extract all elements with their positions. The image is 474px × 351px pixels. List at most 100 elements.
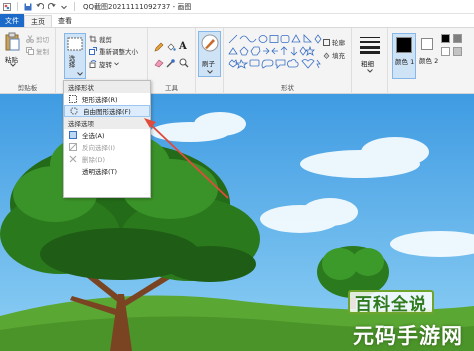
brushes-dropdown-icon — [207, 70, 213, 74]
clipboard-group-label: 剪贴板 — [17, 84, 38, 92]
brushes-label: 刷子 — [202, 60, 215, 68]
color-palette-swatch-lightgray[interactable] — [453, 47, 462, 56]
watermark-badge: 百科全说 — [348, 290, 434, 315]
clipboard-group: 粘贴 剪切 复制 剪贴板 — [0, 28, 56, 94]
save-icon[interactable] — [24, 3, 32, 11]
tab-home[interactable]: 主页 — [24, 15, 52, 27]
resize-icon — [89, 47, 97, 55]
select-all-label: 全选(A) — [82, 132, 105, 140]
fill-label: 填充 — [332, 52, 345, 60]
size-dropdown-icon — [367, 69, 373, 73]
rect-select-label: 矩形选择(R) — [82, 96, 118, 104]
transparent-select-icon — [69, 167, 77, 175]
tab-view[interactable]: 查看 — [52, 14, 78, 27]
colors-group: 颜色 1 颜色 2 — [388, 28, 474, 94]
cut-button[interactable]: 剪切 — [26, 34, 49, 44]
customize-toolbar-icon[interactable] — [60, 3, 68, 11]
invert-select-icon — [69, 143, 77, 151]
select-all-item[interactable]: 全选(A) — [64, 129, 150, 141]
outline-label: 轮廓 — [332, 39, 345, 47]
freeform-select-item[interactable]: 自由图形选择(F) — [64, 105, 150, 117]
magnifier-icon[interactable] — [179, 58, 189, 68]
color-picker-icon[interactable] — [166, 58, 176, 68]
outline-button[interactable]: 轮廓 — [323, 37, 345, 47]
brush-icon — [201, 34, 219, 52]
paste-dropdown-icon — [10, 63, 16, 67]
redo-icon[interactable] — [48, 2, 56, 11]
rotate-icon — [89, 60, 97, 68]
quick-access-toolbar — [0, 2, 77, 11]
invert-select-label: 反向选择(I) — [82, 144, 115, 152]
tab-file[interactable]: 文件 — [0, 14, 24, 27]
rect-select-item[interactable]: 矩形选择(R) — [64, 93, 150, 105]
paste-button[interactable]: 粘贴 — [4, 31, 22, 67]
resize-button[interactable]: 重新调整大小 — [89, 46, 138, 56]
color1-label: 颜色 1 — [395, 58, 415, 66]
fill-bucket-icon[interactable] — [166, 42, 176, 52]
color-palette-swatch-white[interactable] — [441, 47, 450, 56]
selection-shapes-header: 选择形状 — [64, 81, 150, 93]
rect-select-icon — [69, 95, 77, 103]
color2-label: 颜色 2 — [419, 57, 439, 65]
size-button[interactable]: 粗细 — [358, 34, 382, 78]
resize-label: 重新调整大小 — [99, 48, 138, 56]
select-dropdown-icon — [77, 72, 83, 76]
quick-access-separator — [74, 2, 75, 11]
crop-label: 裁剪 — [99, 36, 112, 44]
copy-icon — [26, 47, 34, 55]
scissors-icon — [26, 35, 34, 43]
outline-icon — [323, 38, 330, 46]
color-palette-swatch-black[interactable] — [441, 34, 450, 43]
copy-button[interactable]: 复制 — [26, 46, 49, 56]
freeform-select-icon — [70, 107, 78, 115]
select-button[interactable]: 选择 — [64, 33, 86, 79]
rotate-label: 旋转 — [99, 61, 112, 69]
copy-label: 复制 — [36, 48, 49, 56]
crop-icon — [89, 35, 97, 43]
transparent-select-item[interactable]: 透明选择(T) — [64, 165, 150, 177]
rotate-button[interactable]: 旋转 — [89, 59, 119, 69]
color1-swatch — [396, 37, 412, 53]
delete-icon — [69, 155, 77, 163]
rotate-dropdown-icon — [114, 62, 119, 66]
color2-button[interactable]: 颜色 2 — [418, 33, 438, 79]
line-width-icon — [360, 37, 380, 54]
freeform-select-label: 自由图形选择(F) — [83, 108, 131, 116]
quick-access-separator — [17, 2, 18, 11]
delete-item[interactable]: 删除(D) — [64, 153, 150, 165]
clipboard-icon — [5, 32, 20, 51]
undo-icon[interactable] — [36, 2, 44, 11]
selection-dropdown-menu: 选择形状 矩形选择(R) 自由图形选择(F) 选择选项 全选(A) 反向选择(I… — [63, 80, 151, 198]
pencil-icon[interactable] — [154, 42, 164, 52]
selection-rect-icon — [67, 37, 83, 51]
fill-button[interactable]: 填充 — [323, 50, 345, 60]
fill-icon — [323, 52, 330, 59]
size-label: 粗细 — [361, 60, 374, 68]
shapes-group-label: 形状 — [281, 84, 294, 92]
select-all-icon — [69, 131, 77, 139]
brushes-group: 刷子 — [196, 28, 224, 94]
select-label: 选择 — [67, 55, 75, 68]
watermark-text: 元码手游网 — [353, 323, 463, 348]
paint-app-icon — [3, 2, 11, 11]
shapes-group: 轮廓 填充 形状 — [224, 28, 352, 94]
color1-button[interactable]: 颜色 1 — [392, 33, 416, 79]
size-group: 粗细 — [352, 28, 388, 94]
color2-swatch — [421, 38, 433, 50]
eraser-icon[interactable] — [154, 58, 164, 68]
transparent-select-label: 透明选择(T) — [82, 168, 118, 176]
tools-group: A 工具 — [148, 28, 196, 94]
tools-group-label: 工具 — [165, 84, 178, 92]
shapes-gallery[interactable] — [228, 34, 322, 74]
brushes-button[interactable]: 刷子 — [198, 31, 221, 77]
delete-label: 删除(D) — [82, 156, 106, 164]
crop-button[interactable]: 裁剪 — [89, 34, 112, 44]
cut-label: 剪切 — [36, 36, 49, 44]
title-bar: QQ截图20211111092737 - 画图 — [0, 0, 474, 14]
text-tool-button[interactable]: A — [179, 41, 187, 52]
selection-options-header: 选择选项 — [64, 117, 150, 129]
color-palette-swatch-gray[interactable] — [453, 34, 462, 43]
window-title: QQ截图20211111092737 - 画图 — [83, 2, 192, 11]
ribbon-tab-bar: 文件 主页 查看 — [0, 14, 474, 28]
invert-select-item[interactable]: 反向选择(I) — [64, 141, 150, 153]
